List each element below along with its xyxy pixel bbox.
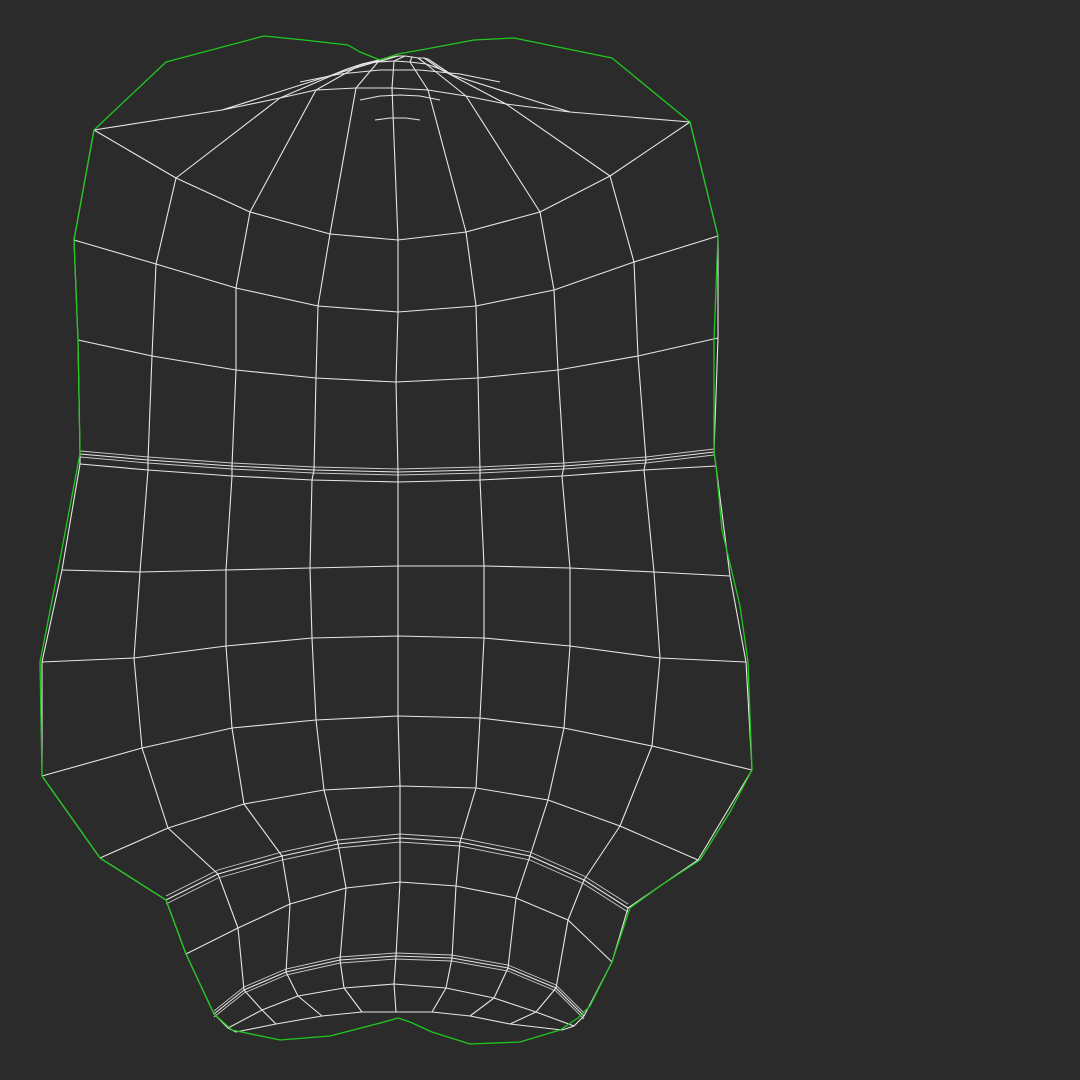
viewport-background xyxy=(0,0,1080,1080)
uv-editor-viewport[interactable] xyxy=(0,0,1080,1080)
uv-canvas[interactable] xyxy=(0,0,1080,1080)
